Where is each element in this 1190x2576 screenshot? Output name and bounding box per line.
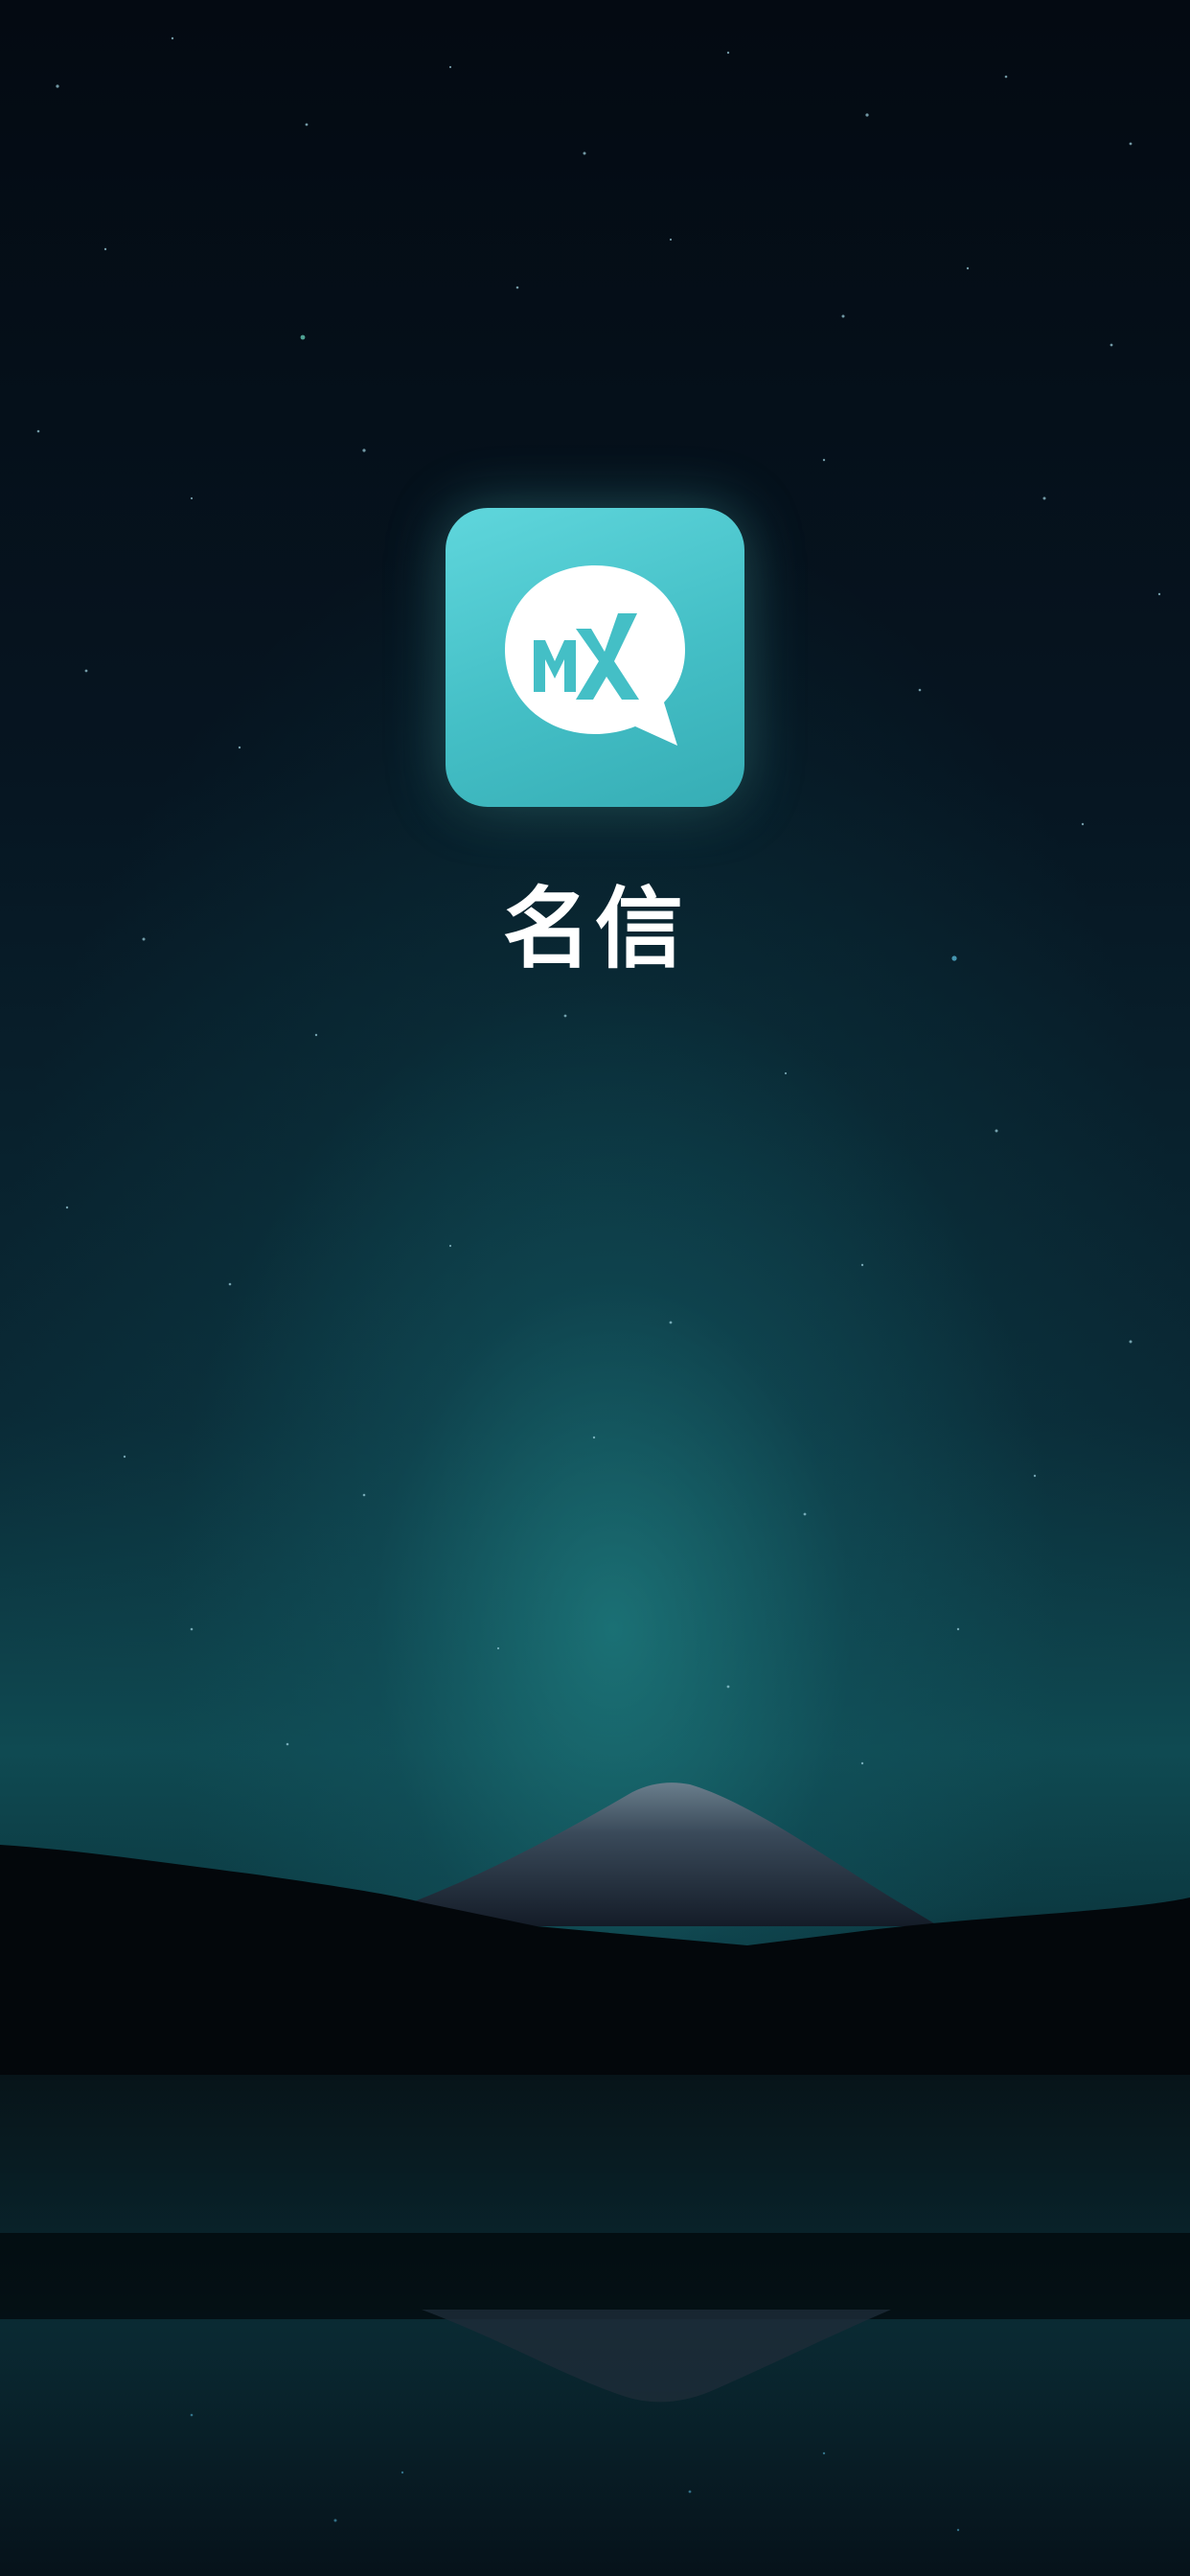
app-name-title: 名信 xyxy=(502,878,687,980)
app-logo-icon xyxy=(446,508,744,807)
splash-screen: 名信 xyxy=(0,0,1190,2576)
mountain-landscape xyxy=(0,1782,1190,2576)
speech-bubble-logo-icon xyxy=(505,565,685,746)
